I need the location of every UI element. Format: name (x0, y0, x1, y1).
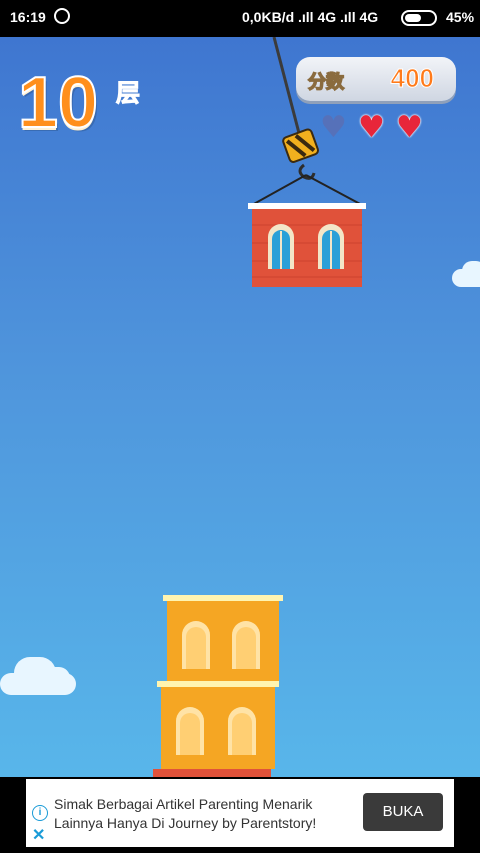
score-label: 分数 (307, 71, 345, 94)
whatsapp-icon (54, 8, 70, 24)
battery-percent: 45% (446, 9, 475, 25)
floor-counter: 10 (17, 63, 99, 143)
score-value: 400 (390, 63, 434, 94)
floor-unit-label: 层 (116, 79, 141, 108)
close-icon[interactable]: ✕ (32, 825, 45, 845)
ad-line-2: Lainnya Hanya Di Journey by Parentstory! (54, 815, 317, 831)
game-canvas[interactable]: 10 层 分数 400 ♥ ♥ ♥ (0, 37, 480, 777)
network-status: 0,0KB/d .ıll 4G .ıll 4G (242, 9, 379, 25)
heart-empty-icon: ♥ (320, 110, 347, 145)
heart-icon: ♥ (358, 110, 385, 145)
battery-icon (401, 10, 437, 26)
tower-stack (153, 595, 283, 777)
ad-text[interactable]: Simak Berbagai Artikel Parenting Menarik… (54, 795, 316, 833)
score-panel: 分数 400 (296, 57, 456, 101)
status-time: 16:19 (10, 9, 46, 25)
ad-open-button[interactable]: BUKA (363, 793, 443, 831)
heart-icon: ♥ (396, 110, 423, 145)
status-bar: 16:19 0,0KB/d .ıll 4G .ıll 4G 45% (0, 0, 480, 37)
ad-line-1: Simak Berbagai Artikel Parenting Menarik (54, 796, 313, 812)
ad-content[interactable]: i ✕ Simak Berbagai Artikel Parenting Men… (26, 779, 454, 847)
ad-banner[interactable]: i ✕ Simak Berbagai Artikel Parenting Men… (0, 777, 480, 853)
info-icon[interactable]: i (32, 805, 48, 821)
